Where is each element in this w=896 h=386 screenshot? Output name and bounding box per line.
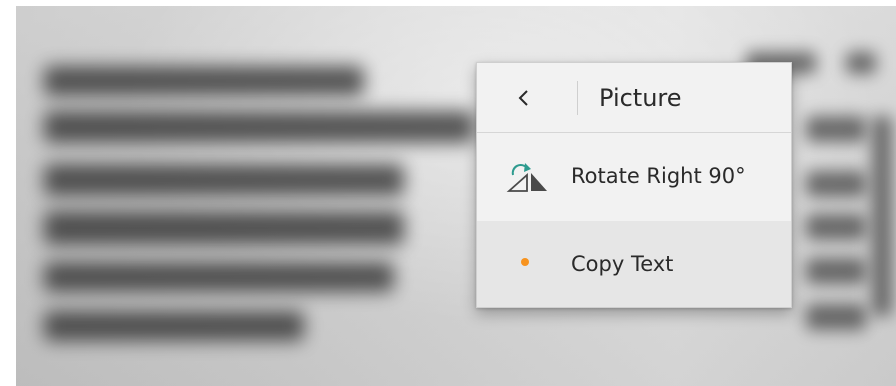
blurred-text-line xyxy=(44,262,394,292)
chevron-left-icon xyxy=(518,90,528,106)
blurred-text-fragment xyxy=(806,304,866,330)
blurred-text-line xyxy=(44,111,474,143)
menu-item-label: Copy Text xyxy=(571,252,674,276)
blurred-text-line xyxy=(44,311,304,341)
blurred-text-line xyxy=(44,164,404,196)
blurred-text-fragment xyxy=(806,214,866,240)
menu-item-label: Rotate Right 90° xyxy=(571,164,746,188)
menu-item-copy-text[interactable]: Copy Text xyxy=(477,221,791,307)
blurred-text-line xyxy=(44,211,404,245)
blurred-text-fragment xyxy=(806,258,866,284)
bullet-dot-icon xyxy=(521,258,529,266)
blurred-text-fragment xyxy=(806,116,866,142)
menu-header: Picture xyxy=(477,63,791,133)
context-menu: Picture Rotate Right 90° Copy Text xyxy=(476,62,792,308)
blurred-text-fragment xyxy=(846,52,876,74)
blurred-text-fragment xyxy=(806,171,866,197)
header-divider xyxy=(577,81,578,115)
back-button[interactable] xyxy=(509,83,539,113)
rotate-right-icon xyxy=(506,163,547,192)
blurred-text-fragment xyxy=(872,116,892,316)
menu-item-rotate-right[interactable]: Rotate Right 90° xyxy=(477,133,791,221)
screen: Picture Rotate Right 90° Copy Text xyxy=(0,0,896,386)
menu-title: Picture xyxy=(599,84,682,112)
blurred-text-line xyxy=(44,66,364,96)
